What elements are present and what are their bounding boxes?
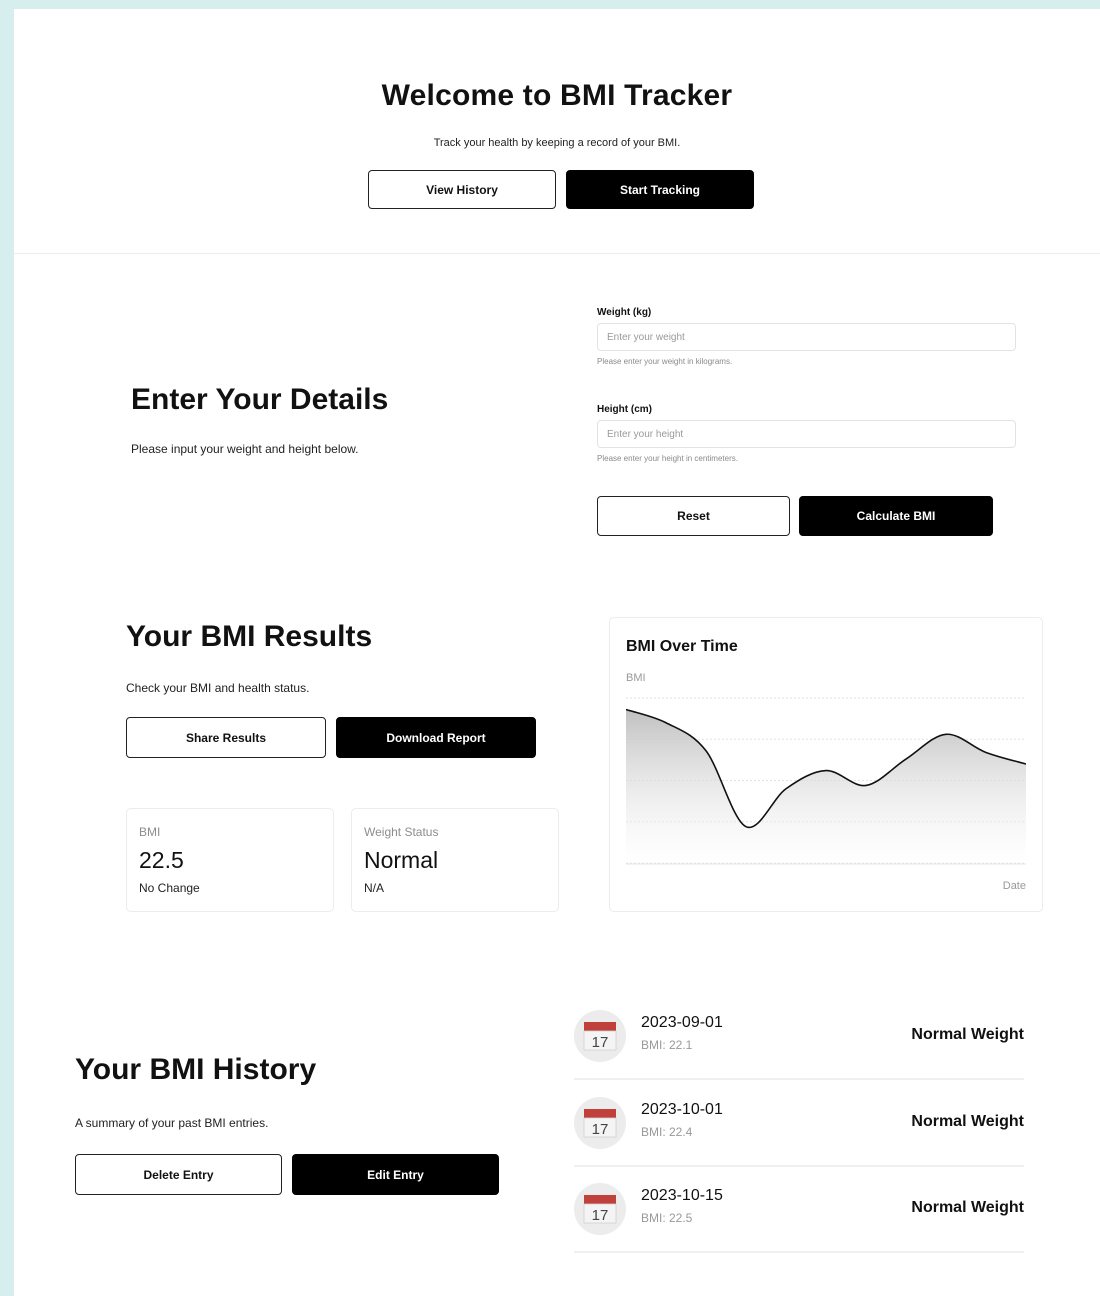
weight-help-text: Please enter your weight in kilograms. (597, 357, 733, 366)
history-bmi: BMI: 22.5 (641, 1211, 693, 1225)
results-description: Check your BMI and health status. (126, 681, 310, 695)
bmi-chart (626, 697, 1026, 865)
edit-entry-button[interactable]: Edit Entry (292, 1154, 499, 1195)
height-help-text: Please enter your height in centimeters. (597, 454, 738, 463)
bmi-stat-card: BMI 22.5 No Change (126, 808, 334, 912)
history-date: 2023-10-01 (641, 1101, 723, 1118)
history-date: 2023-09-01 (641, 1014, 723, 1031)
svg-text:17: 17 (592, 1034, 609, 1051)
calculate-bmi-button[interactable]: Calculate BMI (799, 496, 993, 536)
calendar-icon-wrap: 17 (574, 1183, 626, 1235)
history-status: Normal Weight (911, 1113, 1024, 1130)
weight-input[interactable] (597, 323, 1016, 351)
history-title: Your BMI History (75, 1053, 317, 1086)
chart-title: BMI Over Time (626, 638, 738, 655)
height-label: Height (cm) (597, 404, 652, 415)
history-description: A summary of your past BMI entries. (75, 1116, 269, 1130)
calendar-icon: 17 (583, 1022, 617, 1051)
results-title: Your BMI Results (126, 620, 373, 653)
history-row[interactable]: 17 2023-10-15 BMI: 22.5 Normal Weight (574, 1167, 1024, 1253)
details-description: Please input your weight and height belo… (131, 442, 359, 456)
reset-button[interactable]: Reset (597, 496, 790, 536)
history-bmi: BMI: 22.1 (641, 1038, 693, 1052)
weight-status-sub: N/A (364, 881, 385, 895)
calendar-icon: 17 (583, 1109, 617, 1138)
calendar-icon-wrap: 17 (574, 1097, 626, 1149)
bmi-chart-card: BMI Over Time BMI Date (609, 617, 1043, 912)
calendar-icon: 17 (583, 1195, 617, 1224)
chart-y-axis-label: BMI (626, 672, 646, 684)
history-status: Normal Weight (911, 1199, 1024, 1216)
bmi-stat-label: BMI (139, 825, 161, 839)
svg-text:17: 17 (592, 1207, 609, 1224)
page-title: Welcome to BMI Tracker (381, 79, 733, 112)
start-tracking-button[interactable]: Start Tracking (566, 170, 754, 209)
chart-x-axis-label: Date (1002, 880, 1026, 892)
svg-text:17: 17 (592, 1121, 609, 1138)
download-report-button[interactable]: Download Report (336, 717, 536, 758)
page: Welcome to BMI Tracker Track your health… (14, 9, 1100, 1296)
delete-entry-button[interactable]: Delete Entry (75, 1154, 282, 1195)
share-results-button[interactable]: Share Results (126, 717, 326, 758)
weight-label: Weight (kg) (597, 307, 652, 318)
history-date: 2023-10-15 (641, 1187, 723, 1204)
bmi-stat-value: 22.5 (139, 847, 184, 873)
view-history-button[interactable]: View History (368, 170, 556, 209)
history-row[interactable]: 17 2023-10-01 BMI: 22.4 Normal Weight (574, 1081, 1024, 1167)
weight-status-card: Weight Status Normal N/A (351, 808, 559, 912)
hero-subtitle: Track your health by keeping a record of… (433, 137, 681, 149)
weight-status-label: Weight Status (364, 825, 439, 839)
history-row[interactable]: 17 2023-09-01 BMI: 22.1 Normal Weight (574, 994, 1024, 1080)
weight-status-value: Normal (364, 847, 439, 873)
history-status: Normal Weight (911, 1026, 1024, 1043)
height-input[interactable] (597, 420, 1016, 448)
hero-section: Welcome to BMI Tracker Track your health… (14, 9, 1100, 254)
bmi-stat-change: No Change (139, 881, 200, 895)
calendar-icon-wrap: 17 (574, 1010, 626, 1062)
history-bmi: BMI: 22.4 (641, 1125, 693, 1139)
details-title: Enter Your Details (131, 383, 389, 416)
